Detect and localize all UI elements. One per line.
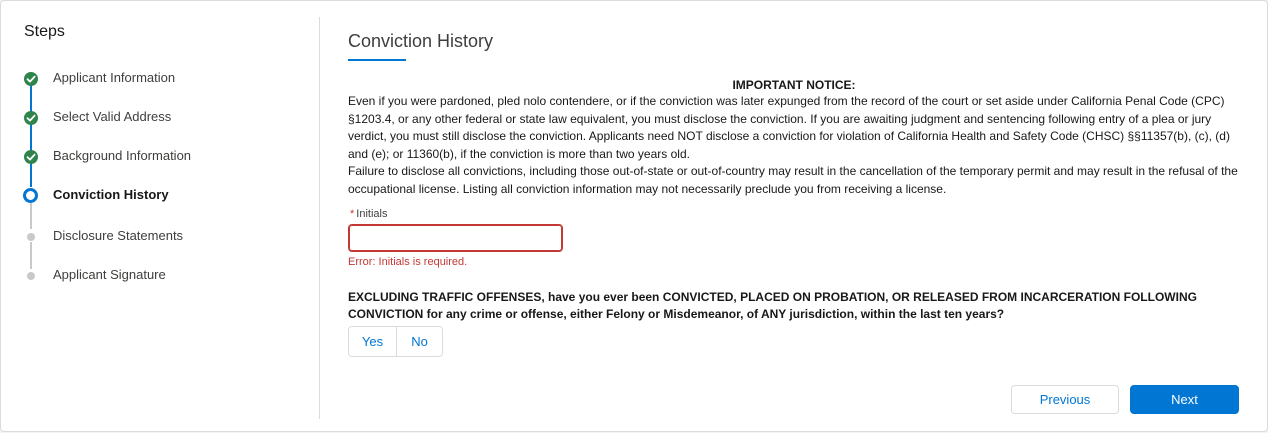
steps-sidebar: Steps Applicant Information Select Valid…	[1, 1, 319, 433]
step-label: Background Information	[53, 148, 192, 163]
step-select-valid-address[interactable]: Select Valid Address	[21, 106, 311, 128]
initials-input[interactable]	[348, 224, 563, 252]
pending-dot-icon	[27, 233, 35, 241]
step-label: Disclosure Statements	[53, 228, 184, 243]
step-label: Select Valid Address	[53, 109, 172, 124]
step-applicant-signature[interactable]: Applicant Signature	[21, 264, 311, 286]
conviction-question: EXCLUDING TRAFFIC OFFENSES, have you eve…	[348, 290, 1197, 321]
notice-paragraph: Failure to disclose all convictions, inc…	[348, 164, 1238, 196]
step-label: Applicant Signature	[53, 267, 166, 282]
initials-error: Error: Initials is required.	[348, 256, 468, 268]
page-title: Conviction History	[348, 31, 494, 51]
notice-paragraph: Even if you were pardoned, pled nolo con…	[348, 94, 1230, 161]
title-underline	[348, 59, 406, 61]
step-label: Conviction History	[53, 187, 169, 202]
check-icon	[24, 72, 38, 86]
initials-label-text: Initials	[356, 208, 388, 220]
check-icon	[24, 150, 38, 164]
sidebar-divider	[319, 17, 320, 419]
steps-title: Steps	[24, 23, 65, 40]
check-icon	[24, 111, 38, 125]
current-step-ring-icon	[23, 188, 38, 203]
previous-button[interactable]: Previous	[1011, 385, 1119, 414]
next-button[interactable]: Next	[1130, 385, 1239, 414]
no-button[interactable]: No	[397, 327, 442, 356]
notice-heading: IMPORTANT NOTICE:	[732, 78, 856, 92]
notice-body: Even if you were pardoned, pled nolo con…	[348, 93, 1240, 199]
step-conviction-history[interactable]: Conviction History	[21, 184, 311, 206]
form-card: Steps Applicant Information Select Valid…	[0, 0, 1268, 432]
required-marker: *	[350, 208, 355, 220]
pending-dot-icon	[27, 272, 35, 280]
step-label: Applicant Information	[53, 70, 176, 85]
step-disclosure-statements[interactable]: Disclosure Statements	[21, 225, 311, 247]
step-background-information[interactable]: Background Information	[21, 145, 311, 167]
initials-label: * Initials	[350, 208, 387, 220]
yes-button[interactable]: Yes	[349, 327, 397, 356]
step-applicant-information[interactable]: Applicant Information	[21, 67, 311, 89]
yes-no-button-group: Yes No	[348, 326, 443, 357]
